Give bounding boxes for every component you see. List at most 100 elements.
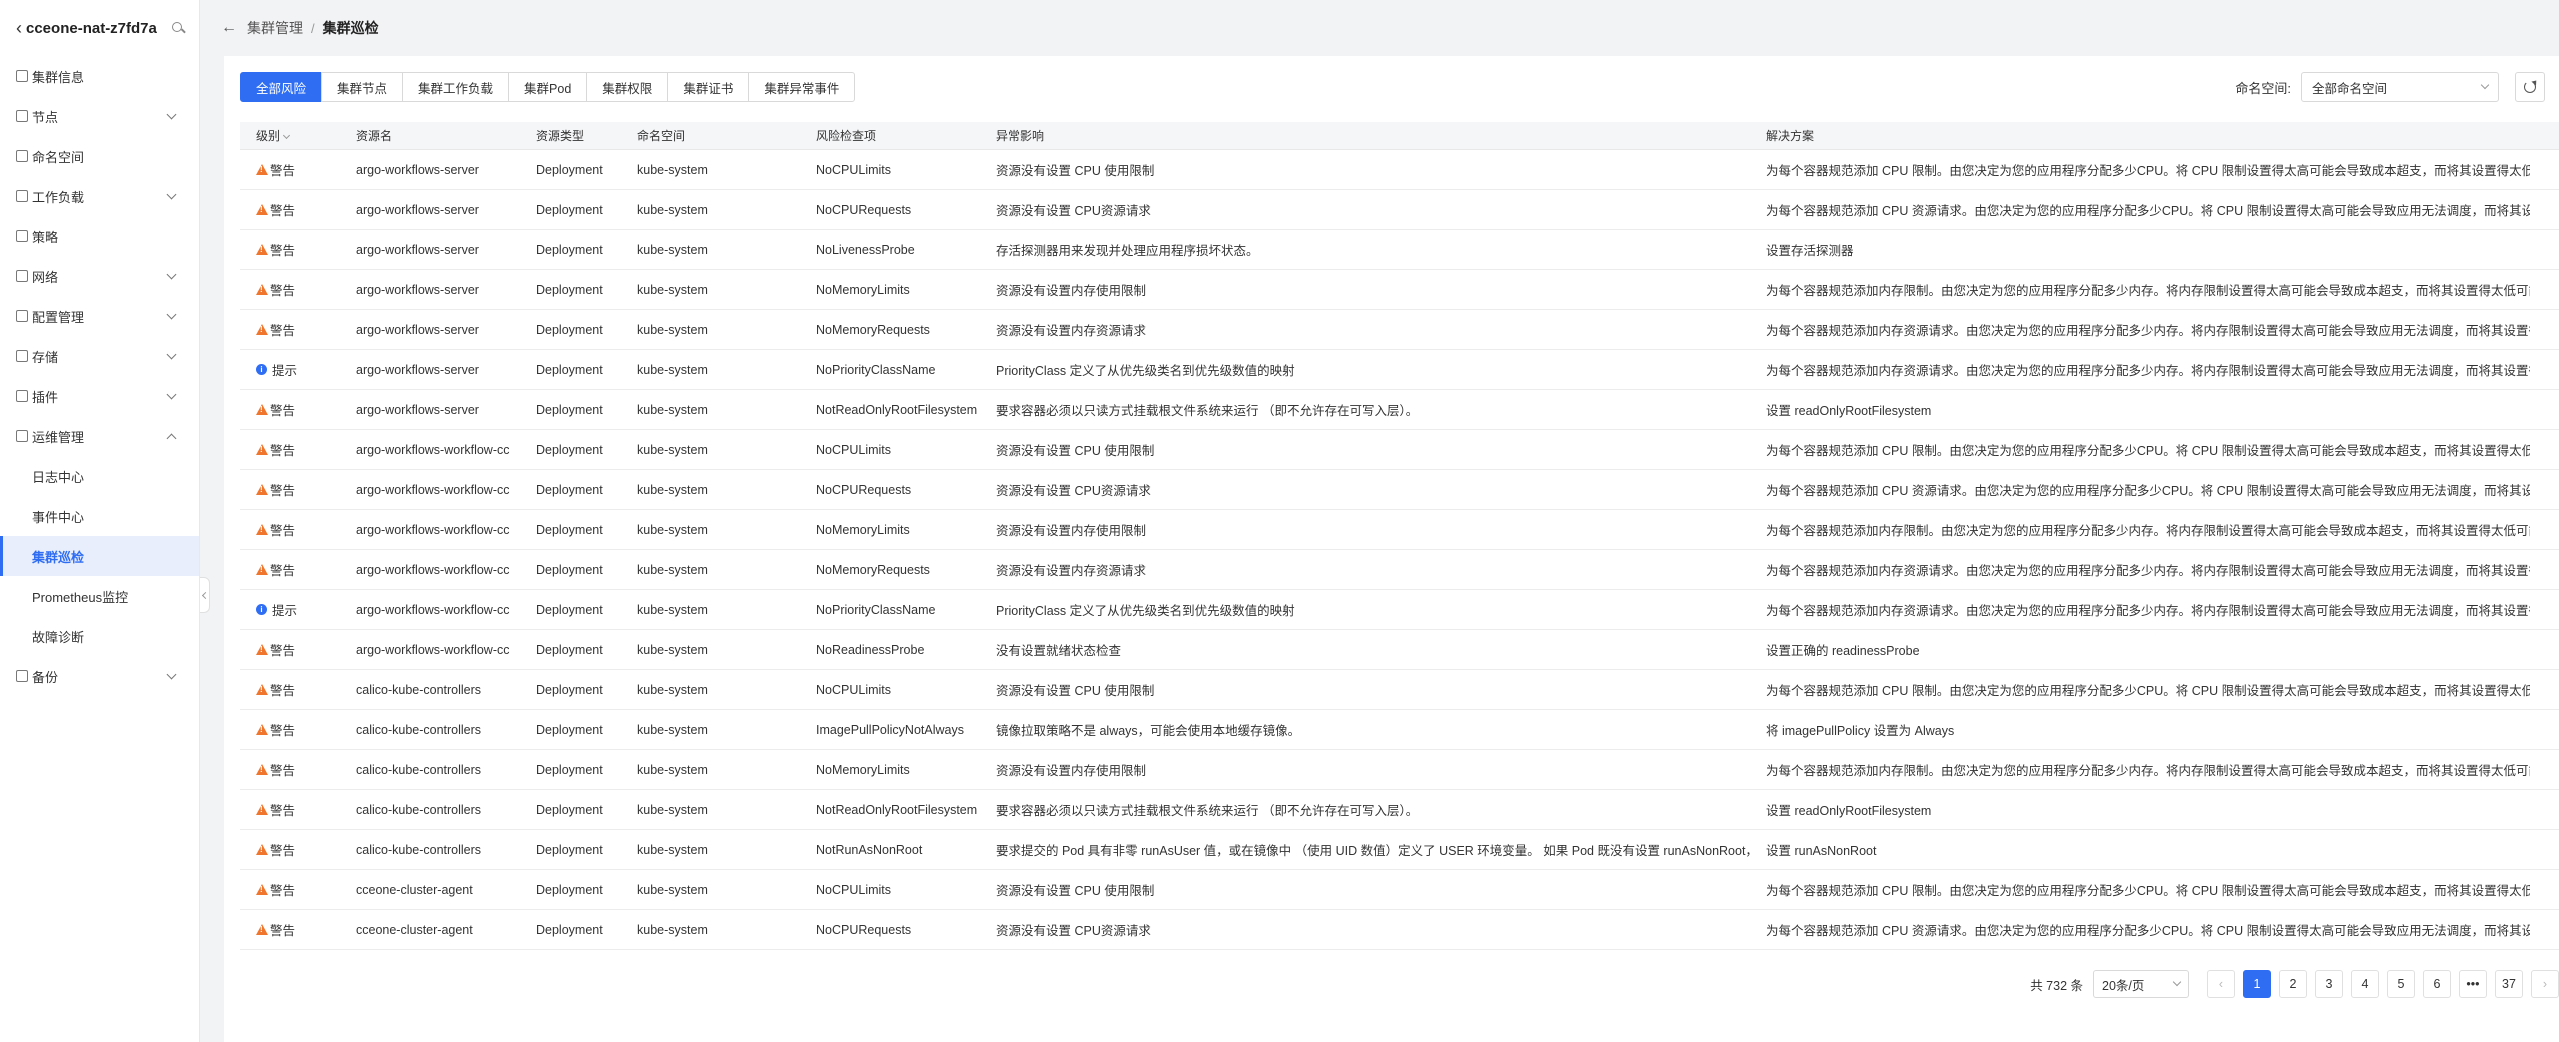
table-cell: argo-workflows-server [356, 322, 479, 337]
table-cell: ImagePullPolicyNotAlways [816, 722, 964, 737]
menu-icon [16, 350, 28, 362]
sidebar-item-7[interactable]: 存储 [0, 336, 199, 376]
page-button[interactable]: 3 [2315, 970, 2343, 998]
sidebar-item-9[interactable]: 运维管理 [0, 416, 199, 456]
table-cell: kube-system [637, 482, 708, 497]
next-page-button[interactable]: › [2531, 970, 2559, 998]
page-button[interactable]: 5 [2387, 970, 2415, 998]
column-header: 资源名 [356, 129, 393, 143]
table-cell: 为每个容器规范添加内存资源请求。由您决定为您的应用程序分配多少内存。将内存限制设… [1766, 604, 2530, 618]
table-cell: NoPriorityClassName [816, 602, 936, 617]
warning-icon [256, 644, 268, 655]
table-cell: kube-system [637, 282, 708, 297]
table-cell: Deployment [536, 722, 603, 737]
sidebar-subitem-4[interactable]: 故障诊断 [0, 616, 199, 656]
sidebar-subitem-1[interactable]: 事件中心 [0, 496, 199, 536]
table-cell: 为每个容器规范添加内存资源请求。由您决定为您的应用程序分配多少内存。将内存限制设… [1766, 364, 2530, 378]
warning-icon [256, 324, 268, 335]
page-size-select[interactable]: 20条/页 [2093, 970, 2189, 998]
table-cell: Deployment [536, 562, 603, 577]
page-button[interactable]: 2 [2279, 970, 2307, 998]
sidebar-item-1[interactable]: 节点 [0, 96, 199, 136]
table-cell: 存活探测器用来发现并处理应用程序损坏状态。 [996, 244, 1259, 258]
tab-6[interactable]: 集群异常事件 [748, 72, 856, 102]
table-cell: 要求容器必须以只读方式挂载根文件系统来运行 （即不允许存在可写入层）。 [996, 404, 1419, 418]
table-cell: kube-system [637, 762, 708, 777]
table-cell: argo-workflows-server [356, 162, 479, 177]
namespace-value: 全部命名空间 [2312, 81, 2388, 96]
sidebar-collapse-handle[interactable] [200, 577, 210, 613]
table-cell: 要求提交的 Pod 具有非零 runAsUser 值，或在镜像中 （使用 UID… [996, 844, 1750, 858]
menu-icon [16, 230, 28, 242]
tab-0[interactable]: 全部风险 [240, 72, 323, 102]
menu-icon [16, 430, 28, 442]
level-text: 警告 [270, 804, 296, 818]
page-button[interactable]: 37 [2495, 970, 2523, 998]
page-button[interactable]: 6 [2423, 970, 2451, 998]
sidebar-item-0[interactable]: 集群信息 [0, 56, 199, 96]
prev-page-button[interactable]: ‹ [2207, 970, 2235, 998]
tab-2[interactable]: 集群工作负载 [402, 72, 510, 102]
table-cell: kube-system [637, 562, 708, 577]
table-cell: 资源没有设置 CPU 使用限制 [996, 444, 1155, 458]
table-cell: 资源没有设置 CPU 使用限制 [996, 684, 1155, 698]
back-chevron-icon[interactable]: ‹ [16, 19, 22, 37]
table-cell: Deployment [536, 682, 603, 697]
back-arrow-icon[interactable]: ← [221, 19, 237, 37]
warning-icon [256, 524, 268, 535]
table-cell: 警告 [240, 680, 340, 699]
breadcrumb-parent[interactable]: 集群管理 [247, 18, 303, 38]
sidebar-subitem-3[interactable]: Prometheus监控 [0, 576, 199, 616]
level-badge: 警告 [256, 200, 295, 219]
sidebar-item-3[interactable]: 工作负载 [0, 176, 199, 216]
table-cell: Deployment [536, 362, 603, 377]
table-cell: argo-workflows-workflow-cc [356, 522, 510, 537]
table-cell: 资源没有设置 CPU 使用限制 [996, 884, 1155, 898]
table-row: 警告 cceone-cluster-agent Deployment kube-sys… [240, 870, 2559, 910]
search-icon[interactable] [171, 21, 185, 35]
table-cell: Deployment [536, 602, 603, 617]
table-cell: kube-system [637, 162, 708, 177]
sidebar-item-label: 命名空间 [32, 149, 85, 165]
tab-3[interactable]: 集群Pod [508, 72, 588, 102]
sidebar-item-8[interactable]: 插件 [0, 376, 199, 416]
refresh-button[interactable] [2515, 72, 2545, 102]
table-cell: argo-workflows-server [356, 202, 479, 217]
table-cell: kube-system [637, 922, 708, 937]
tab-4[interactable]: 集群权限 [586, 72, 669, 102]
page-button[interactable]: 4 [2351, 970, 2379, 998]
sidebar-item-2[interactable]: 命名空间 [0, 136, 199, 176]
table-cell: NoMemoryRequests [816, 562, 930, 577]
table-cell: Deployment [536, 322, 603, 337]
sidebar-item-4[interactable]: 策略 [0, 216, 199, 256]
chevron-down-icon [2480, 80, 2490, 90]
warning-icon [256, 564, 268, 575]
table-cell: NoMemoryRequests [816, 322, 930, 337]
table-cell: NoMemoryLimits [816, 282, 910, 297]
menu-icon [16, 110, 28, 122]
sidebar-subitem-2[interactable]: 集群巡检 [0, 536, 199, 576]
sidebar-item-5[interactable]: 网络 [0, 256, 199, 296]
table-cell: 警告 [240, 560, 340, 579]
tab-5[interactable]: 集群证书 [667, 72, 750, 102]
table-cell: calico-kube-controllers [356, 842, 482, 857]
table-cell: 为每个容器规范添加内存限制。由您决定为您的应用程序分配多少内存。将内存限制设置得… [1766, 284, 2530, 298]
table-cell: NoLivenessProbe [816, 242, 915, 257]
level-text: 警告 [270, 444, 296, 458]
table-cell: 资源没有设置内存资源请求 [996, 324, 1147, 338]
menu-icon [16, 670, 28, 682]
chevron-down-icon [166, 349, 177, 359]
column-header: 异常影响 [996, 129, 1045, 143]
page-button[interactable]: ••• [2459, 970, 2487, 998]
tab-1[interactable]: 集群节点 [321, 72, 404, 102]
sidebar-item-backup[interactable]: 备份 [0, 656, 199, 696]
table-row: 警告 argo-workflows-workflow-cc Deployment ku… [240, 550, 2559, 590]
column-header: 解决方案 [1766, 129, 1815, 143]
table-cell: i 提示 [240, 360, 340, 379]
sidebar-item-6[interactable]: 配置管理 [0, 296, 199, 336]
page-button[interactable]: 1 [2243, 970, 2271, 998]
column-header[interactable]: 级别 [240, 127, 340, 144]
sidebar-subitem-0[interactable]: 日志中心 [0, 456, 199, 496]
namespace-select[interactable]: 全部命名空间 [2301, 72, 2499, 102]
column-header: 命名空间 [637, 129, 686, 143]
